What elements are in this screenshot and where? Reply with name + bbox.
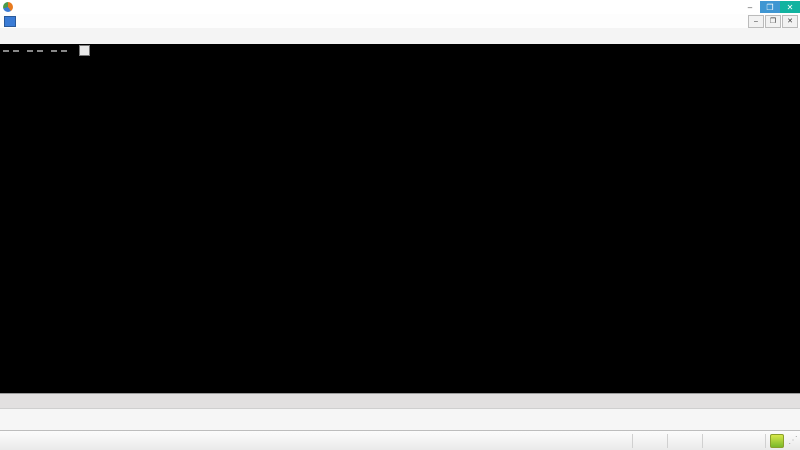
price-chart-canvas[interactable] (0, 57, 800, 149)
mdi-close-button[interactable]: ✕ (782, 15, 798, 28)
workspace-tabs (0, 393, 800, 409)
status-bar: ⋰ (0, 430, 800, 450)
window-maximize-button[interactable]: ❐ (760, 1, 780, 13)
symbol-dropdown[interactable] (27, 50, 33, 52)
interval-badge[interactable] (37, 50, 43, 52)
symbol-row (0, 44, 800, 57)
connection-status-icon (770, 434, 784, 448)
periodogram-heatmap-canvas[interactable] (0, 360, 800, 378)
window-minimize-button[interactable]: – (740, 1, 760, 13)
sa-badge[interactable] (3, 50, 9, 52)
window-close-button[interactable]: ✕ (780, 1, 800, 13)
main-toolbar (0, 28, 800, 45)
chart-area[interactable] (0, 44, 800, 393)
mdi-minimize-button[interactable]: – (748, 15, 764, 28)
menu-bar: – ❐ ✕ (0, 14, 800, 29)
status-cell (632, 434, 667, 448)
status-cell (667, 434, 702, 448)
vp-badge[interactable] (13, 50, 19, 52)
child-window-icon (4, 16, 16, 27)
mdi-restore-button[interactable]: ❐ (765, 15, 781, 28)
series-dropdown[interactable] (51, 50, 57, 52)
title-bar: – ❐ ✕ (0, 0, 800, 14)
drawing-toolbar (0, 408, 800, 431)
app-icon (3, 2, 13, 12)
r-badge[interactable] (61, 50, 67, 52)
resize-grip[interactable]: ⋰ (788, 433, 800, 449)
filterbank-heatmap-canvas[interactable] (0, 262, 800, 306)
indicator-close-icon[interactable] (79, 45, 90, 56)
multicharts-window: – ❐ ✕ – ❐ ✕ (0, 0, 800, 450)
dft-heatmap-canvas[interactable] (0, 221, 800, 249)
clock (702, 434, 765, 448)
mesa-heatmap-canvas[interactable] (0, 162, 800, 208)
ehlers-spectrum-canvas[interactable] (0, 323, 800, 341)
